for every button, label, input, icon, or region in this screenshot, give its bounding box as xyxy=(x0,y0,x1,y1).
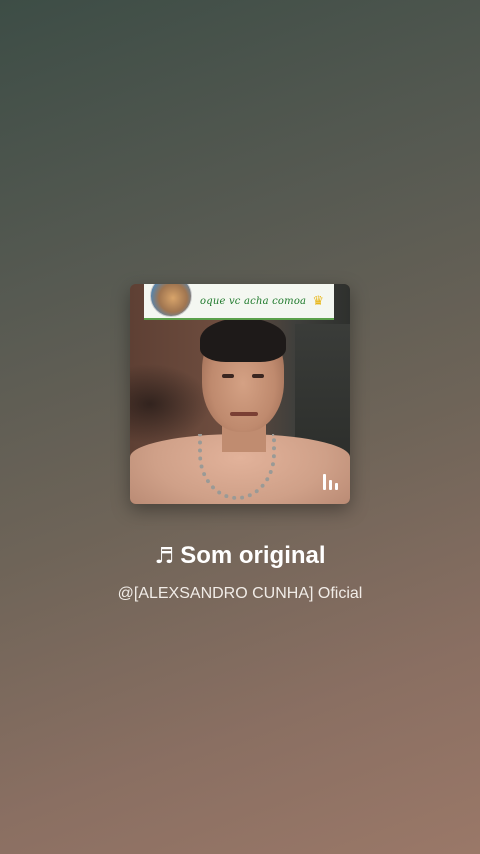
cover-person-hair xyxy=(200,318,286,362)
music-note-icon: ♬ xyxy=(154,544,175,569)
sound-title: ♬ Som original xyxy=(0,536,480,577)
banner-avatar xyxy=(150,284,192,317)
sound-title-text: Som original xyxy=(180,542,326,569)
sound-author[interactable]: @[ALEXSANDRO CUNHA] Oficial xyxy=(0,582,480,606)
audio-bars-icon xyxy=(323,474,338,490)
cover-person-eye-left xyxy=(222,374,234,378)
cover-person-eye-right xyxy=(252,374,264,378)
banner-text: oque vc acha comoa xyxy=(200,295,307,307)
cover-overlay-banner: oque vc acha comoa ♛ xyxy=(144,284,334,320)
sound-cover-art[interactable]: oque vc acha comoa ♛ xyxy=(130,284,350,504)
sound-page: oque vc acha comoa ♛ ♬ Som original @[ALE… xyxy=(0,0,480,854)
crown-icon: ♛ xyxy=(312,293,324,308)
cover-person-mouth xyxy=(230,412,258,416)
